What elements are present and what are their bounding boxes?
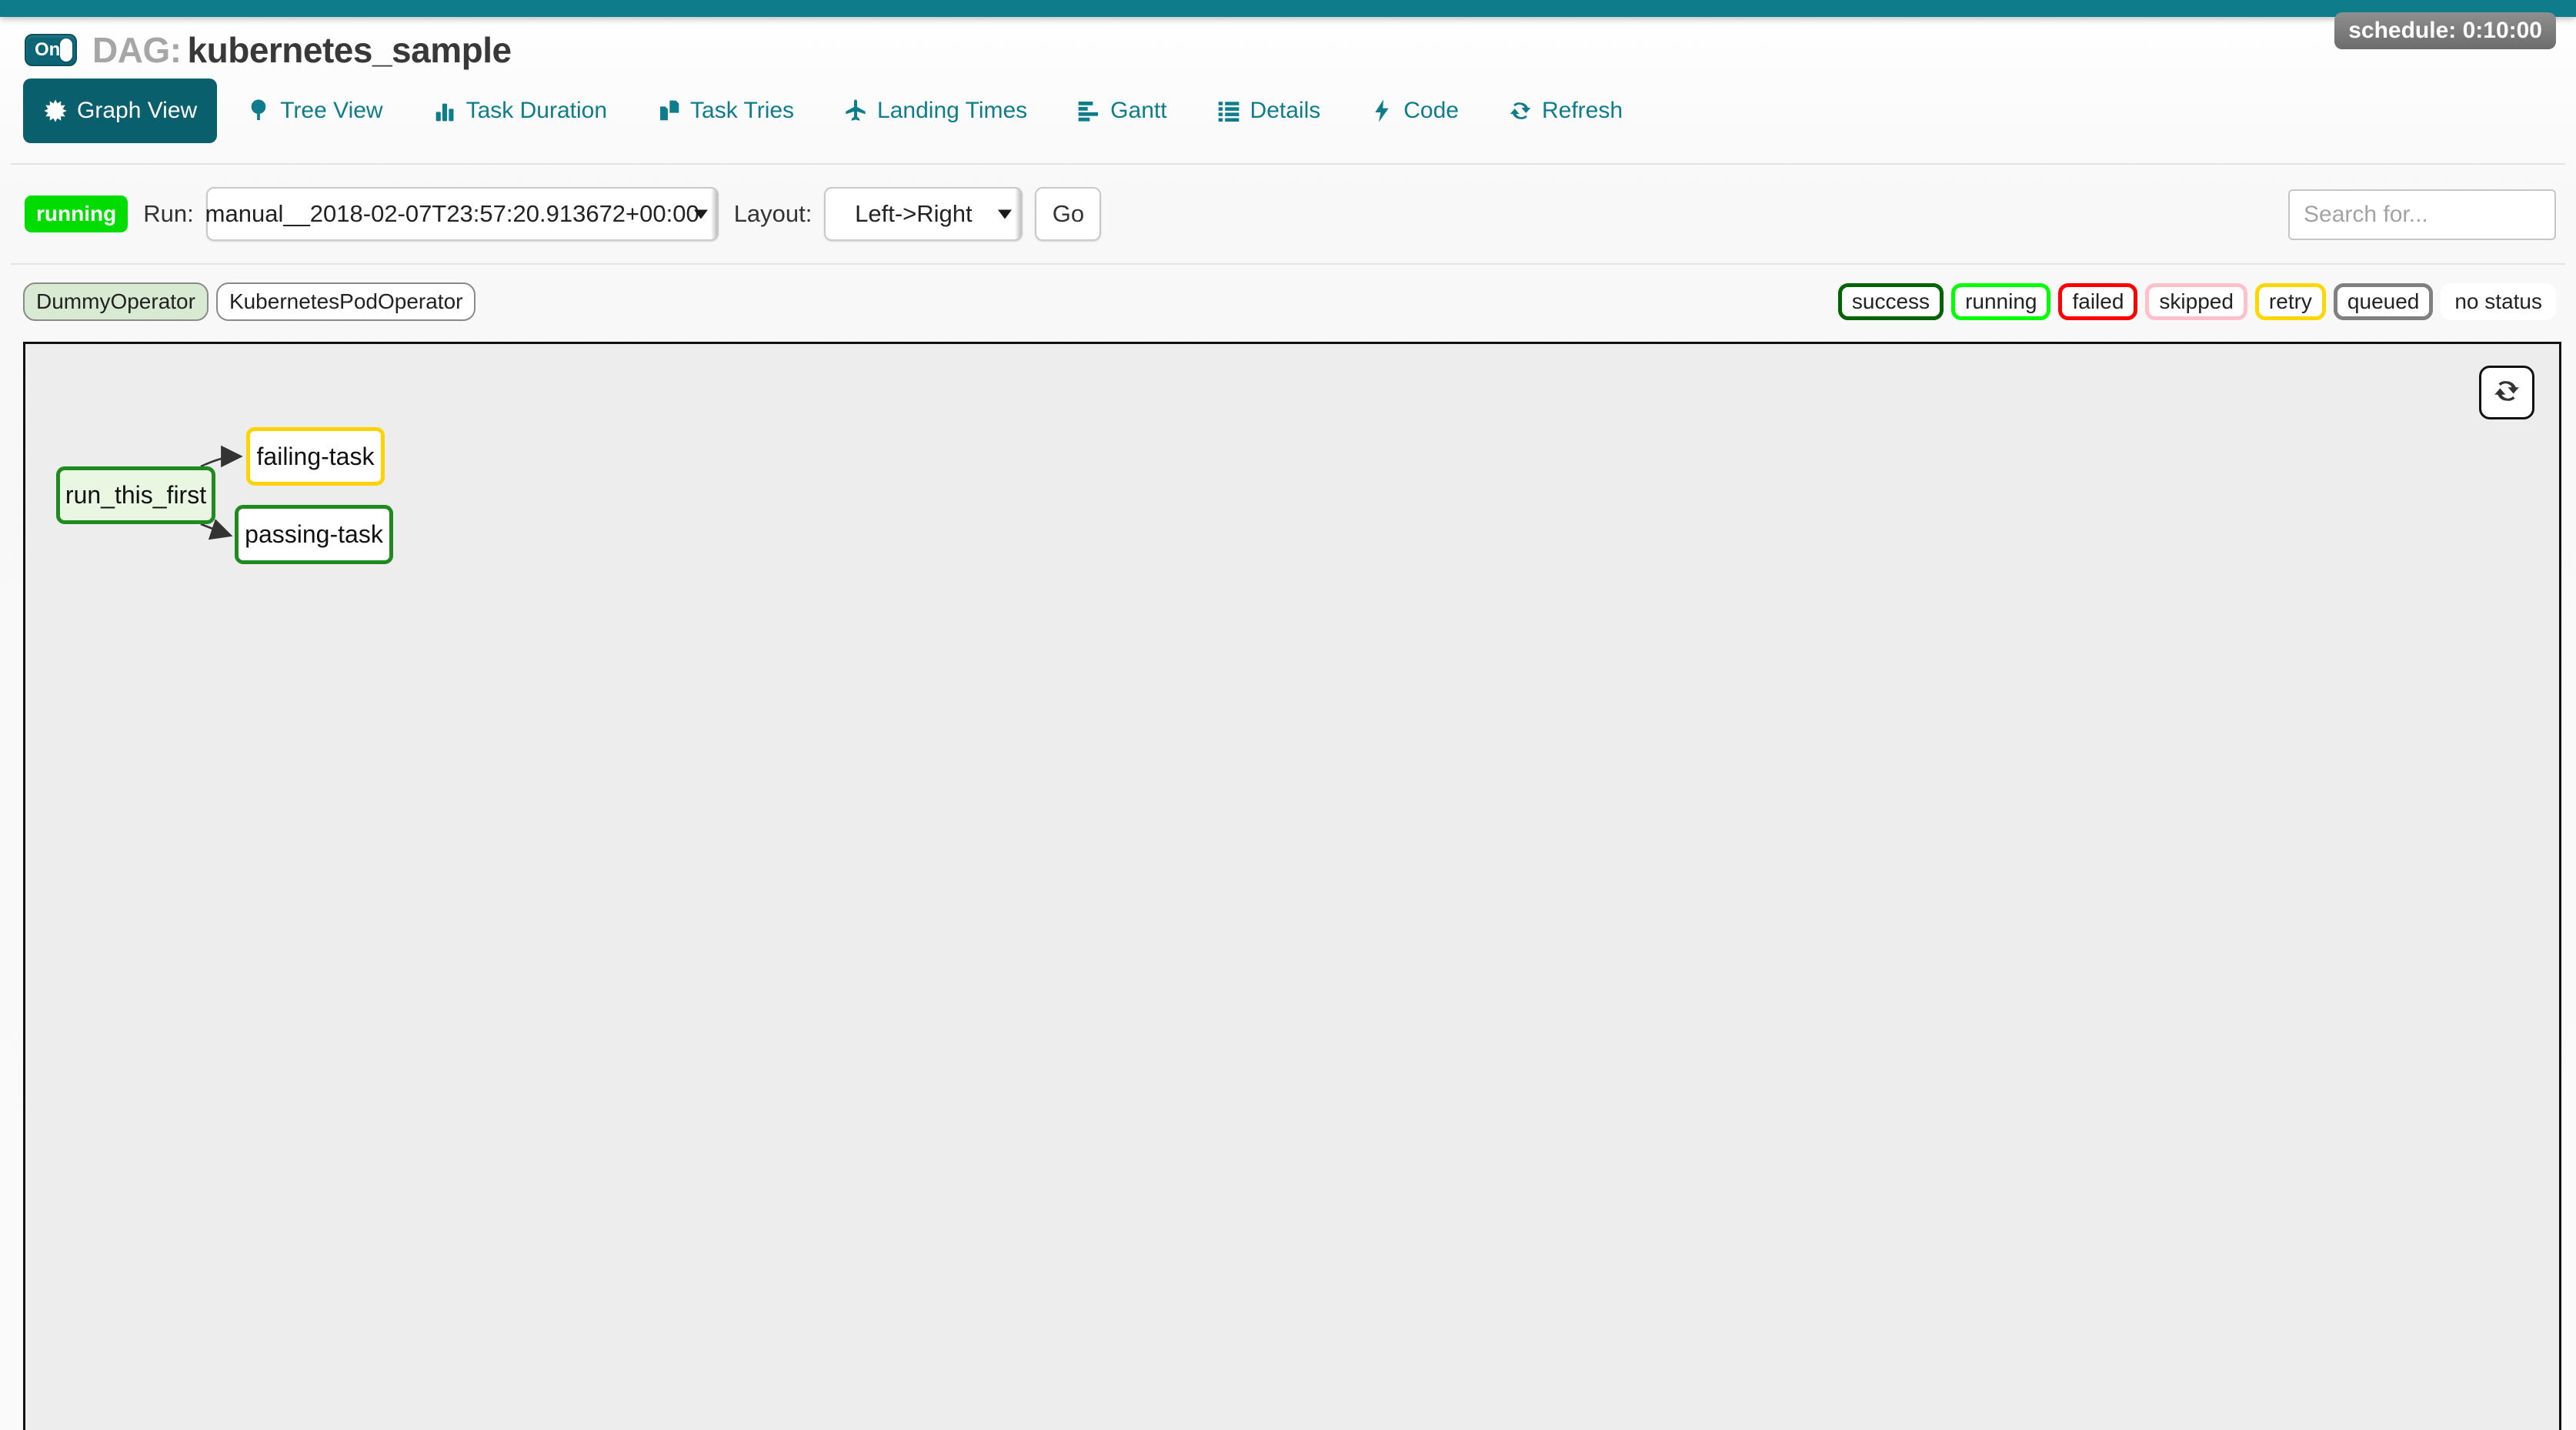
layout-label: Layout: (734, 200, 813, 228)
status-legend-queued: queued (2334, 283, 2433, 320)
bar-chart-icon (432, 99, 457, 123)
task-node-label: run_this_first (65, 481, 206, 510)
tab-label: Task Duration (466, 98, 607, 124)
tab-graph-view[interactable]: Graph View (23, 79, 217, 143)
run-status-badge: running (25, 195, 128, 232)
tab-label: Code (1403, 98, 1459, 124)
gantt-icon (1076, 99, 1101, 123)
divider (11, 163, 2565, 165)
layout-select[interactable]: Left->Right (824, 187, 1023, 241)
tab-label: Landing Times (877, 98, 1027, 124)
tab-refresh[interactable]: Refresh (1508, 98, 1623, 124)
tab-landing-times[interactable]: Landing Times (843, 98, 1027, 124)
list-icon (1216, 99, 1241, 123)
tab-gantt[interactable]: Gantt (1076, 98, 1166, 124)
status-legend-retry: retry (2255, 283, 2326, 320)
tab-code[interactable]: Code (1370, 98, 1459, 124)
tab-task-duration[interactable]: Task Duration (432, 98, 607, 124)
dag-graph-canvas[interactable]: run_this_first failing-task passing-task (23, 342, 2561, 1430)
graph-refresh-button[interactable] (2479, 366, 2534, 419)
divider (11, 263, 2565, 265)
status-legend-running: running (1951, 283, 2050, 320)
edge-run-this-first-to-failing-task (201, 456, 239, 466)
refresh-icon (1508, 99, 1533, 123)
files-icon (656, 99, 681, 123)
dag-prefix-label: DAG: (92, 30, 182, 70)
status-legend-skipped: skipped (2145, 283, 2247, 320)
task-node-label: passing-task (245, 520, 383, 549)
tab-label: Tree View (280, 98, 382, 124)
select-edge (711, 189, 717, 239)
operator-legend-kubernetespodoperator: KubernetesPodOperator (216, 282, 476, 321)
edge-run-this-first-to-passing-task (201, 524, 229, 535)
airflow-graph-view-page: { "header": { "toggle_label": "On", "dag… (0, 0, 2576, 1430)
top-accent-bar (0, 0, 2576, 17)
task-node-failing-task[interactable]: failing-task (246, 427, 385, 486)
layout-select-value: Left->Right (836, 200, 1011, 228)
refresh-icon (2492, 376, 2521, 409)
schedule-badge: schedule: 0:10:00 (2334, 12, 2556, 49)
tree-icon (246, 99, 271, 123)
operator-legend-dummyoperator: DummyOperator (23, 282, 209, 321)
status-legend-no-status: no status (2441, 283, 2556, 320)
tab-label: Details (1250, 98, 1321, 124)
view-tabs: Graph View Tree View Task Duration Task Tri… (23, 79, 1623, 143)
legend-row: DummyOperatorKubernetesPodOperator succe… (23, 277, 2556, 326)
toggle-on-label: On (35, 39, 60, 61)
tab-label: Gantt (1110, 98, 1166, 124)
dag-name: kubernetes_sample (188, 30, 512, 70)
task-node-passing-task[interactable]: passing-task (235, 505, 393, 564)
tab-details[interactable]: Details (1216, 98, 1321, 124)
dag-on-off-toggle[interactable]: On (25, 34, 77, 66)
search-input[interactable] (2288, 189, 2556, 240)
status-legend-failed: failed (2058, 283, 2137, 320)
dropdown-arrow-icon (998, 210, 1012, 226)
run-select-value: manual__2018-02-07T23:57:20.913672+00:00 (187, 200, 738, 228)
dropdown-arrow-icon (694, 210, 708, 226)
task-node-run-this-first[interactable]: run_this_first (56, 466, 215, 524)
run-controls: running Run: manual__2018-02-07T23:57:20… (25, 186, 1101, 242)
operator-legend: DummyOperatorKubernetesPodOperator (23, 282, 475, 321)
status-legend-success: success (1838, 283, 1944, 320)
toggle-knob (60, 38, 72, 62)
bolt-icon (1370, 99, 1394, 123)
status-legend: successrunningfailedskippedretryqueuedno… (1838, 283, 2556, 320)
go-button[interactable]: Go (1035, 187, 1101, 241)
tab-task-tries[interactable]: Task Tries (656, 98, 794, 124)
tab-label: Task Tries (690, 98, 794, 124)
page-title: DAG:kubernetes_sample (92, 29, 512, 71)
run-select[interactable]: manual__2018-02-07T23:57:20.913672+00:00 (206, 187, 719, 241)
tab-label: Refresh (1542, 98, 1623, 124)
task-node-label: failing-task (257, 443, 375, 471)
tab-label: Graph View (77, 98, 197, 124)
select-edge (1015, 189, 1021, 239)
dag-header: On DAG:kubernetes_sample (25, 29, 512, 71)
burst-icon (43, 99, 68, 123)
tab-tree-view[interactable]: Tree View (246, 98, 382, 124)
plane-icon (843, 99, 868, 123)
